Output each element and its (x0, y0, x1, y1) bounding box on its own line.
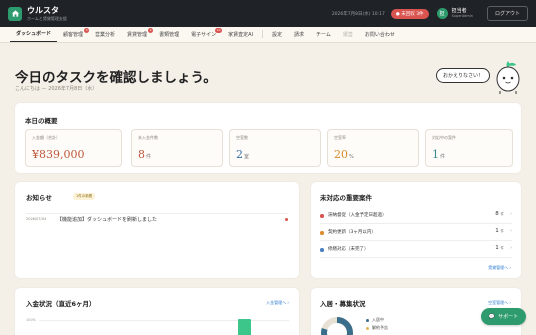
issues-card: 未対応の重要案件 滞納督促（入金予定日超過） 8 件 › 契約更新（3ヶ月以内）… (311, 182, 521, 278)
tab-label: 賃貸管理 (127, 32, 148, 38)
occupancy-title: 入居・募集状況 (320, 300, 366, 308)
legend-swatch-icon (366, 318, 369, 322)
support-button[interactable]: 💬 サポート (481, 308, 526, 325)
stat-unpaid-count[interactable]: 未入金件数 8件 (131, 129, 223, 167)
issue-count: 1 件 (495, 228, 504, 234)
stat-label: 空室率 (334, 135, 346, 140)
list-item[interactable]: 2026/07/04 【機能追加】ダッシュボードを刷新しました (26, 213, 288, 225)
tab-label: 電子サイン (191, 32, 217, 38)
stat-value: 20% (334, 148, 354, 161)
issue-count: 1 件 (495, 245, 504, 251)
tab-sales-analysis[interactable]: 営業分析 (89, 31, 121, 42)
stat-value: 1件 (432, 148, 446, 161)
overview-title: 本日の概要 (25, 117, 58, 125)
tab-team[interactable]: チーム (310, 31, 337, 42)
tab-operations[interactable]: 運営 (337, 31, 359, 42)
income-management-link[interactable]: 入金管理へ › (266, 300, 289, 306)
tab-dashboard[interactable]: ダッシュボード (10, 30, 58, 42)
unpaid-badge[interactable]: ● 未回収 3件 (390, 8, 429, 19)
current-datetime: 2026年7月8日(水) 10:17 (331, 11, 385, 17)
news-card: お知らせ 1件の新着 2026/07/04 【機能追加】ダッシュボードを刷新しま… (15, 182, 299, 278)
tab-rent-ai[interactable]: 家賃査定AI (222, 31, 259, 42)
tab-label: 顧客管理 (63, 32, 84, 38)
unpaid-badge-label: 未回収 3件 (401, 11, 424, 17)
occupancy-donut-chart (321, 317, 353, 335)
stat-open-cases[interactable]: 対応中の案件 1件 (425, 129, 513, 167)
chat-icon: 💬 (488, 313, 496, 320)
logo-icon[interactable] (8, 6, 22, 21)
status-dot-icon (320, 248, 324, 252)
greeting-bubble: おかえりなさい！ (436, 68, 491, 83)
support-label: サポート (498, 314, 519, 320)
issue-count: 8 件 (495, 211, 504, 217)
user-role: SuperAdmin (451, 13, 473, 18)
mascot-icon (496, 61, 520, 94)
unread-dot-icon (285, 218, 288, 221)
chevron-right-icon: › (510, 228, 512, 234)
status-dot-icon (320, 214, 324, 218)
chevron-right-icon: › (510, 245, 512, 251)
brand[interactable]: ウルスタ ホームと賃貸管理支援 (27, 5, 67, 21)
overview-card: 本日の概要 入金額（合計） ¥839,000 未入金件数 8件 空室数 2室 空… (15, 103, 521, 173)
vacancy-management-link[interactable]: 空室管理へ › (488, 300, 511, 306)
house-icon (11, 10, 19, 17)
news-date: 2026/07/04 (26, 217, 47, 221)
stat-label: 対応中の案件 (432, 135, 456, 140)
chevron-right-icon: › (510, 211, 512, 217)
grid-line (39, 320, 289, 321)
income-title: 入金状況（直近6ヶ月） (26, 300, 96, 308)
page-subtitle: こんにちは — 2026年7月8日（水） (15, 86, 98, 92)
issue-label: 契約更新（3ヶ月以内） (328, 230, 376, 235)
app-tagline: ホームと賃貸管理支援 (27, 15, 67, 21)
page-title: 今日のタスクを確認しましょう。 (15, 70, 217, 86)
list-item[interactable]: 滞納督促（入金予定日超過） 8 件 › (320, 208, 512, 224)
tab-documents[interactable]: 書類管理 (153, 31, 185, 42)
stat-label: 未入金件数 (138, 135, 158, 140)
stat-label: 入金額（合計） (32, 135, 60, 140)
legend-label: 入居中 (372, 317, 384, 322)
logout-button[interactable]: ログアウト (486, 6, 528, 21)
stat-value: 8件 (138, 148, 152, 161)
axis-tick-label: 100% (26, 318, 37, 322)
legend-label: 解約予告 (372, 325, 388, 330)
issues-title: 未対応の重要案件 (320, 194, 372, 202)
main-nav: ダッシュボード 顧客管理 3 営業分析 賃貸管理 4 書類管理 電子サイン 10 家賃… (0, 27, 536, 43)
legend-swatch-icon (366, 326, 369, 330)
tab-customers[interactable]: 顧客管理 3 (57, 28, 90, 42)
chart-bar[interactable] (238, 319, 251, 335)
news-text: 【機能追加】ダッシュボードを刷新しました (57, 217, 158, 223)
count-badge: 10 (215, 28, 223, 33)
stat-value: 2室 (236, 148, 250, 161)
avatar[interactable]: 担 (436, 8, 448, 19)
app-name: ウルスタ (27, 5, 59, 15)
new-count-badge: 1件の新着 (73, 193, 96, 200)
news-title: お知らせ (26, 194, 52, 202)
stat-value: ¥839,000 (32, 148, 85, 161)
status-dot-icon (320, 231, 324, 235)
legend-item: 解約予告 (366, 325, 388, 331)
list-item[interactable]: 修繕対応（未完了） 1 件 › (320, 242, 512, 258)
user-info[interactable]: 担当者 SuperAdmin (451, 7, 473, 19)
issue-label: 滞納督促（入金予定日超過） (328, 213, 387, 218)
income-card: 入金状況（直近6ヶ月） 入金管理へ › 100% (15, 288, 299, 335)
tab-rental[interactable]: 賃貸管理 4 (121, 28, 154, 42)
tab-billing[interactable]: 請求 (288, 31, 310, 42)
top-bar: ウルスタ ホームと賃貸管理支援 2026年7月8日(水) 10:17 ● 未回収… (0, 0, 536, 27)
stat-vacancy-rate[interactable]: 空室率 20% (327, 129, 419, 167)
stat-vacant-rooms[interactable]: 空室数 2室 (229, 129, 321, 167)
tab-settings[interactable]: 設定 (266, 31, 288, 42)
tab-contact[interactable]: お問い合わせ (359, 31, 401, 42)
user-name: 担当者 (451, 7, 467, 14)
issue-label: 修繕対応（未完了） (328, 247, 369, 252)
list-item[interactable]: 契約更新（3ヶ月以内） 1 件 › (320, 225, 512, 241)
legend-item: 入居中 (366, 317, 384, 323)
nav-divider (262, 30, 263, 38)
stat-income-total[interactable]: 入金額（合計） ¥839,000 (25, 129, 122, 167)
rental-management-link[interactable]: 賃貸管理へ › (488, 265, 511, 271)
tab-esign[interactable]: 電子サイン 10 (185, 28, 223, 42)
stat-label: 空室数 (236, 135, 248, 140)
